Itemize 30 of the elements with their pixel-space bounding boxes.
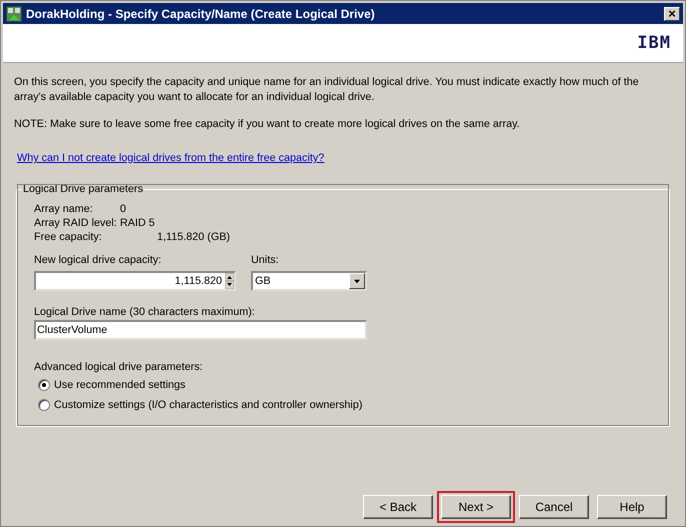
wizard-button[interactable]: Cancel xyxy=(519,495,589,519)
info-value: 1,115.820 (GB) xyxy=(156,230,230,244)
wizard-button[interactable]: Help xyxy=(597,495,667,519)
wizard-button[interactable]: Next > xyxy=(441,495,511,519)
units-dropdown[interactable]: GB xyxy=(251,271,367,291)
info-label: Free capacity: xyxy=(34,230,103,244)
info-label: Array RAID level: xyxy=(34,216,118,230)
wizard-button[interactable]: < Back xyxy=(363,495,433,519)
radio-button[interactable] xyxy=(38,379,50,391)
info-value: RAID 5 xyxy=(120,216,156,230)
help-link[interactable]: Why can I not create logical drives from the entire free capacity? xyxy=(17,152,324,164)
info-label: Array name: xyxy=(34,202,94,216)
field-label: Units: xyxy=(251,254,280,266)
group-legend: Logical Drive parameters xyxy=(22,183,144,195)
field-label: New logical drive capacity: xyxy=(34,254,162,266)
intro-text: On this screen, you specify the capacity and unique name for an individual logical drive. You must indicate exactly how much of the array's available capacity you want to allocate for an individual logical drive. xyxy=(14,75,640,105)
app-icon xyxy=(6,6,22,22)
section-label: Advanced logical drive parameters: xyxy=(34,361,204,373)
window-title: DorakHolding - Specify Capacity/Name (Create Logical Drive) xyxy=(26,6,376,20)
capacity-spinner[interactable]: 1,115.820 xyxy=(34,271,236,291)
note-text: NOTE: Make sure to leave some free capacity if you want to create more logical drives on the same array. xyxy=(14,117,521,132)
name-field[interactable]: ClusterVolume xyxy=(34,320,367,340)
field-label: Logical Drive name (30 characters maximum): xyxy=(34,306,256,318)
radio-label[interactable]: Use recommended settings xyxy=(54,379,186,391)
radio-label[interactable]: Customize settings (I/O characteristics and controller ownership) xyxy=(54,399,362,411)
spin-arrows-icon xyxy=(225,273,234,289)
info-value: 0 xyxy=(120,202,128,216)
brand-logo: IBM xyxy=(637,33,671,53)
radio-button[interactable] xyxy=(38,399,50,411)
close-button[interactable]: × xyxy=(664,6,680,20)
